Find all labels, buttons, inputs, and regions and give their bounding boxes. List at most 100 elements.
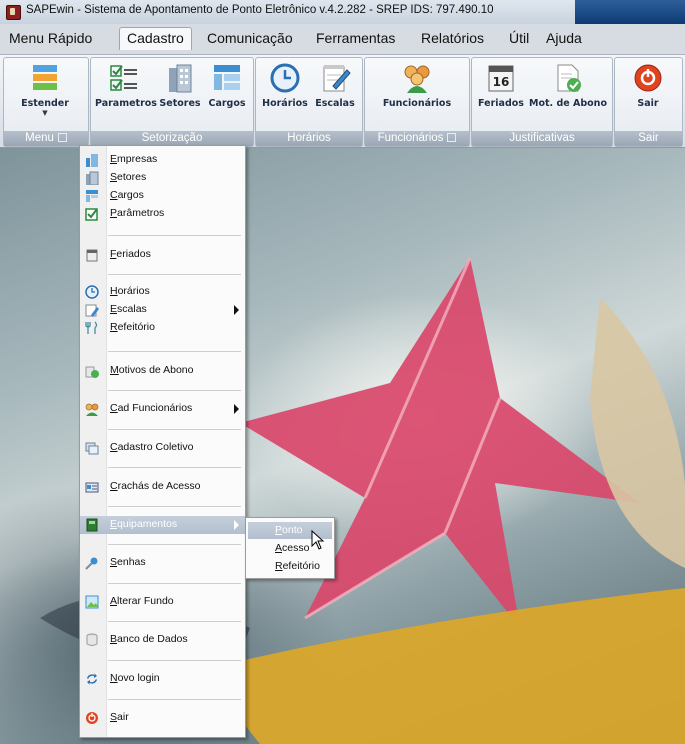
power-icon xyxy=(85,711,99,725)
sair-button[interactable]: Sair xyxy=(619,62,677,109)
group-setorizacao: Parametros Setores Cargos Setorização xyxy=(90,57,254,147)
building-icon xyxy=(164,62,196,94)
document-check-icon xyxy=(552,62,584,94)
menu-separator xyxy=(108,583,241,584)
checkbox-icon xyxy=(85,207,99,221)
mouse-cursor-icon xyxy=(311,530,325,550)
horarios-button[interactable]: Horários xyxy=(260,62,310,109)
group-menu: Estender ▼ Menu. xyxy=(3,57,89,147)
group-label-justificativas: Justificativas xyxy=(472,131,612,146)
menu-separator xyxy=(108,699,241,700)
group-horarios: Horários Escalas Horários xyxy=(255,57,363,147)
menu-ferramentas[interactable]: Ferramentas xyxy=(316,30,395,46)
clock-icon xyxy=(269,62,301,94)
setores-button[interactable]: Setores xyxy=(157,62,203,109)
cadastro-dropdown-menu: Empresas Setores Cargos Parâmetros Feria… xyxy=(79,145,246,738)
menu-comunicacao[interactable]: Comunicação xyxy=(207,30,293,46)
terminal-icon xyxy=(85,518,99,532)
menu-item-alterar-fundo[interactable]: Alterar Fundo xyxy=(80,593,245,611)
menu-separator xyxy=(108,429,241,430)
menu-ajuda[interactable]: Ajuda xyxy=(546,30,582,46)
submenu-arrow-icon xyxy=(234,520,239,530)
power-icon xyxy=(632,62,664,94)
key-icon xyxy=(85,556,99,570)
menu-item-horarios[interactable]: Horários xyxy=(80,283,245,301)
notepad-pencil-icon xyxy=(319,62,351,94)
group-label-horarios: Horários xyxy=(256,131,362,146)
id-card-icon xyxy=(85,480,99,494)
picture-icon xyxy=(85,595,99,609)
menu-item-senhas[interactable]: Senhas xyxy=(80,554,245,572)
window-title: SAPEwin - Sistema de Apontamento de Pont… xyxy=(26,4,494,16)
app-window: SAPEwin - Sistema de Apontamento de Pont… xyxy=(0,0,685,744)
menu-item-crachas-de-acesso[interactable]: Crachás de Acesso xyxy=(80,478,245,496)
menu-item-cad-funcionarios[interactable]: Cad Funcionários xyxy=(80,400,245,418)
menu-item-parametros[interactable]: Parâmetros xyxy=(80,205,245,223)
menu-util[interactable]: Útil xyxy=(509,30,529,46)
sidebar-expand-icon xyxy=(29,62,61,94)
checklist-icon xyxy=(108,62,140,94)
menu-item-novo-login[interactable]: Novo login xyxy=(80,670,245,688)
submenu-item-refeitorio[interactable]: Refeitório xyxy=(248,558,332,575)
group-label-sair: Sair xyxy=(615,131,682,146)
menu-item-refeitorio[interactable]: Refeitório xyxy=(80,319,245,337)
funcionarios-button[interactable]: Funcionários xyxy=(371,62,463,109)
menu-separator xyxy=(108,351,241,352)
title-bar: SAPEwin - Sistema de Apontamento de Pont… xyxy=(0,0,685,25)
menu-item-motivos-de-abono[interactable]: Motivos de Abono xyxy=(80,362,245,380)
menu-separator xyxy=(108,506,241,507)
menu-relatorios[interactable]: Relatórios xyxy=(421,30,484,46)
group-sair: Sair Sair xyxy=(614,57,683,147)
menu-separator xyxy=(108,274,241,275)
escalas-button[interactable]: Escalas xyxy=(312,62,358,109)
menu-cadastro[interactable]: Cadastro xyxy=(119,27,192,50)
menu-item-escalas[interactable]: Escalas xyxy=(80,301,245,319)
dialog-launcher-icon[interactable]: . xyxy=(447,133,457,142)
menu-item-empresas[interactable]: Empresas xyxy=(80,151,245,169)
cutlery-icon xyxy=(85,321,99,335)
menu-item-banco-de-dados[interactable]: Banco de Dados xyxy=(80,631,245,649)
group-label-setorizacao: Setorização xyxy=(91,131,253,146)
submenu-arrow-icon xyxy=(234,305,239,315)
menu-separator xyxy=(108,660,241,661)
menu-separator xyxy=(108,544,241,545)
group-label-menu: Menu. xyxy=(4,131,88,146)
menu-item-cargos[interactable]: Cargos xyxy=(80,187,245,205)
database-icon xyxy=(85,633,99,647)
menu-bar: Menu Rápido Cadastro Comunicação Ferrame… xyxy=(0,24,685,55)
menu-separator xyxy=(108,621,241,622)
title-bar-right xyxy=(575,0,685,24)
mot-de-abono-button[interactable]: Mot. de Abono xyxy=(528,62,608,109)
parametros-button[interactable]: Parametros xyxy=(95,62,157,109)
menu-item-feriados[interactable]: Feriados xyxy=(80,246,245,264)
cargos-button[interactable]: Cargos xyxy=(205,62,249,109)
notepad-icon xyxy=(85,303,99,317)
group-edit-icon xyxy=(85,441,99,455)
submenu-arrow-icon xyxy=(234,404,239,414)
buildings-icon xyxy=(85,153,99,167)
menu-item-setores[interactable]: Setores xyxy=(80,169,245,187)
app-icon[interactable] xyxy=(6,5,21,20)
estender-button[interactable]: Estender ▼ xyxy=(7,62,83,117)
feriados-button[interactable]: 16 Feriados xyxy=(476,62,526,109)
org-chart-icon xyxy=(211,62,243,94)
group-label-funcionarios: Funcionários. xyxy=(365,131,469,146)
menu-separator xyxy=(108,467,241,468)
people-icon xyxy=(85,402,99,416)
menu-item-equipamentos[interactable]: Equipamentos xyxy=(80,516,245,534)
dropdown-caret-icon: ▼ xyxy=(42,109,48,117)
org-chart-icon xyxy=(85,189,99,203)
menu-item-cadastro-coletivo[interactable]: Cadastro Coletivo xyxy=(80,439,245,457)
menu-menu-rapido[interactable]: Menu Rápido xyxy=(9,30,92,46)
group-funcionarios: Funcionários Funcionários. xyxy=(364,57,470,147)
document-check-icon xyxy=(85,364,99,378)
calendar-icon xyxy=(85,248,99,262)
refresh-arrows-icon xyxy=(85,672,99,686)
clock-icon xyxy=(85,285,99,299)
menu-item-sair[interactable]: Sair xyxy=(80,709,245,727)
menu-separator xyxy=(108,390,241,391)
ribbon: Estender ▼ Menu. Parametros Setores xyxy=(0,55,685,148)
dialog-launcher-icon[interactable]: . xyxy=(57,133,67,142)
svg-text:16: 16 xyxy=(493,75,510,89)
calendar-16-icon: 16 xyxy=(485,62,517,94)
